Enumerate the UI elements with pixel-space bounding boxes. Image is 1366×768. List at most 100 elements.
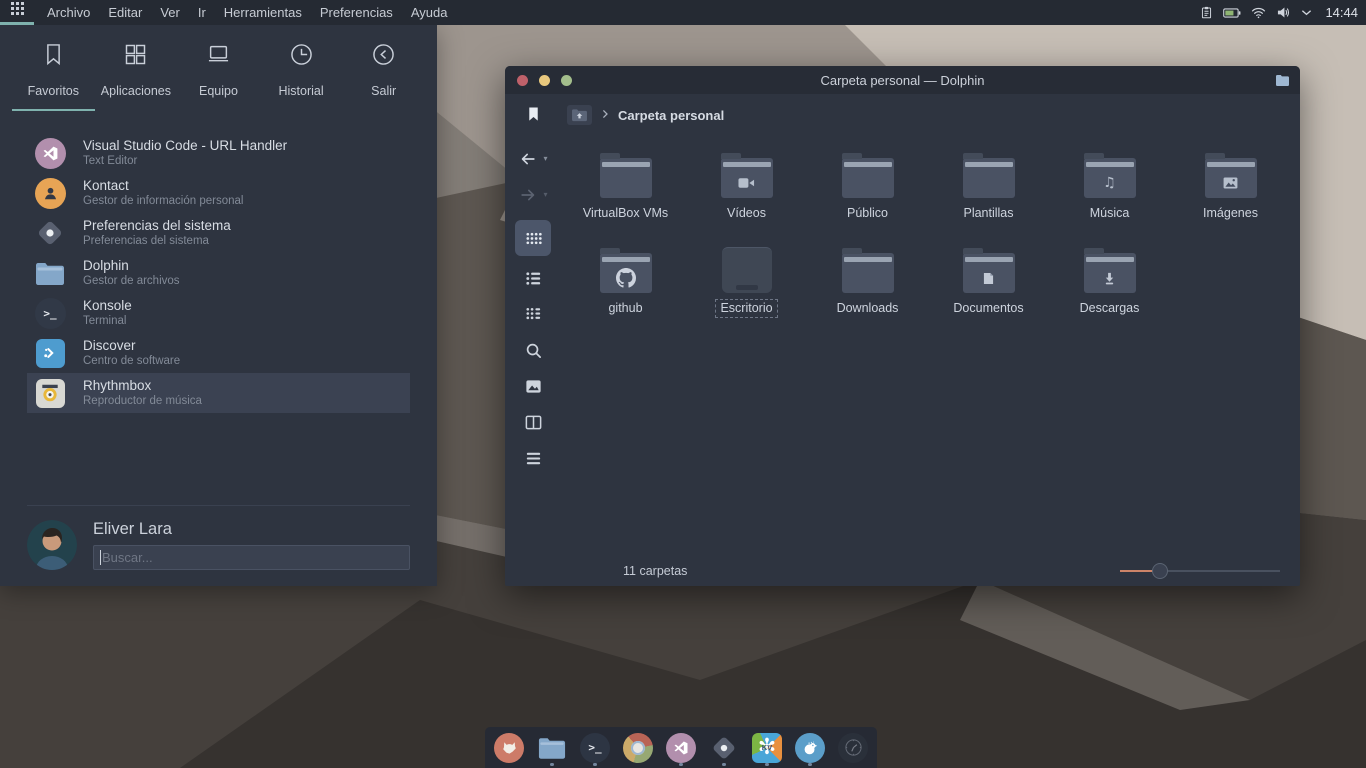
app-description: Text Editor bbox=[83, 154, 287, 168]
app-list-item-konsole[interactable]: >_ Konsole Terminal bbox=[27, 293, 410, 333]
dock-item-clock[interactable] bbox=[834, 727, 872, 768]
app-vscode-icon bbox=[34, 138, 66, 169]
folder-item-publico[interactable]: Público bbox=[807, 146, 928, 231]
app-title: Konsole bbox=[83, 298, 132, 314]
folder-label: Downloads bbox=[832, 299, 904, 318]
toolbar-button-compact-view[interactable] bbox=[513, 298, 553, 331]
folder-item-virtualbox-vms[interactable]: VirtualBox VMs bbox=[565, 146, 686, 231]
dock-kvantum-icon: ✻KV bbox=[752, 733, 782, 763]
folder-item-escritorio[interactable]: Escritorio bbox=[686, 241, 807, 326]
toolbar-button-preview[interactable] bbox=[513, 370, 553, 403]
glyph-plain-icon bbox=[842, 264, 894, 292]
user-name: Eliver Lara bbox=[93, 520, 410, 539]
window-toolbar bbox=[505, 94, 561, 586]
menu-icon bbox=[524, 449, 543, 468]
app-list-item-kontact[interactable]: Kontact Gestor de información personal bbox=[27, 173, 410, 213]
menu-item-herramientas[interactable]: Herramientas bbox=[224, 0, 302, 25]
dock-firefox-icon bbox=[494, 733, 524, 763]
battery-icon[interactable] bbox=[1223, 7, 1241, 19]
toolbar-button-places-bookmark[interactable] bbox=[513, 102, 553, 126]
dock-item-konsole[interactable]: >_ bbox=[576, 727, 614, 768]
app-list-item-rhythmbox[interactable]: Rhythmbox Reproductor de música bbox=[27, 373, 410, 413]
toolbar-button-icons-view[interactable] bbox=[515, 220, 551, 256]
toolbar-button-search[interactable] bbox=[513, 334, 553, 367]
dock-clock-icon bbox=[838, 733, 868, 763]
dock-konsole-icon: >_ bbox=[580, 733, 610, 763]
folder-item-plantillas[interactable]: Plantillas bbox=[928, 146, 1049, 231]
window-title: Carpeta personal — Dolphin bbox=[615, 73, 1190, 88]
dock-item-system-settings[interactable] bbox=[705, 727, 743, 768]
folder-item-downloads[interactable]: Downloads bbox=[807, 241, 928, 326]
folder-item-descargas[interactable]: Descargas bbox=[1049, 241, 1170, 326]
app-launcher-button[interactable] bbox=[0, 0, 34, 25]
dock-item-kvantum[interactable]: ✻KV bbox=[748, 727, 786, 768]
folder-item-videos[interactable]: Vídeos bbox=[686, 146, 807, 231]
clipboard-icon[interactable] bbox=[1200, 5, 1213, 20]
launcher-tab-salir[interactable]: Salir bbox=[342, 41, 425, 111]
search-icon bbox=[524, 341, 543, 360]
folder-label: Público bbox=[842, 204, 893, 223]
breadcrumb-root-button[interactable] bbox=[567, 105, 592, 125]
glyph-none-icon bbox=[722, 259, 772, 292]
menu-item-archivo[interactable]: Archivo bbox=[47, 0, 90, 25]
minimize-button[interactable] bbox=[539, 75, 550, 86]
zoom-slider-handle[interactable] bbox=[1152, 563, 1168, 579]
chevron-down-icon[interactable] bbox=[1301, 9, 1312, 17]
folder-item-imagenes[interactable]: Imágenes bbox=[1170, 146, 1291, 231]
dock-item-corebird[interactable] bbox=[791, 727, 829, 768]
zoom-slider[interactable] bbox=[1120, 563, 1280, 579]
launcher-tab-historial[interactable]: Historial bbox=[260, 41, 343, 111]
glyph-video-icon bbox=[721, 169, 773, 197]
search-input[interactable] bbox=[93, 545, 410, 570]
dock-item-vscode[interactable] bbox=[662, 727, 700, 768]
icons-view-icon bbox=[524, 229, 543, 248]
desktop: Archivo Editar Ver Ir Herramientas Preferenci… bbox=[0, 0, 1366, 768]
breadcrumb-current[interactable]: Carpeta personal bbox=[618, 108, 724, 123]
menu-item-ver[interactable]: Ver bbox=[160, 0, 180, 25]
launcher-tab-aplicaciones[interactable]: Aplicaciones bbox=[95, 41, 178, 111]
dolphin-window: Carpeta personal — Dolphin bbox=[505, 66, 1300, 586]
dock-item-firefox[interactable] bbox=[490, 727, 528, 768]
app-list-item-discover[interactable]: Discover Centro de software bbox=[27, 333, 410, 373]
close-button[interactable] bbox=[517, 75, 528, 86]
tab-label: Favoritos bbox=[28, 84, 79, 98]
folder-item-documentos[interactable]: Documentos bbox=[928, 241, 1049, 326]
toolbar-button-back[interactable] bbox=[513, 142, 553, 175]
app-list-item-preferencias-del-sistema[interactable]: Preferencias del sistema Preferencias de… bbox=[27, 213, 410, 253]
user-avatar[interactable] bbox=[27, 520, 77, 570]
favorites-list: Visual Studio Code - URL Handler Text Ed… bbox=[0, 133, 437, 413]
menu-item-ayuda[interactable]: Ayuda bbox=[411, 0, 448, 25]
menu-item-ir[interactable]: Ir bbox=[198, 0, 206, 25]
toolbar-button-forward[interactable] bbox=[513, 178, 553, 211]
toolbar-button-menu[interactable] bbox=[513, 442, 553, 475]
folder-item-github[interactable]: github bbox=[565, 241, 686, 326]
volume-icon[interactable] bbox=[1276, 6, 1291, 19]
clock[interactable]: 14:44 bbox=[1325, 5, 1358, 20]
wifi-icon[interactable] bbox=[1251, 7, 1266, 19]
window-titlebar[interactable]: Carpeta personal — Dolphin bbox=[505, 66, 1300, 94]
toolbar-button-list-view[interactable] bbox=[513, 262, 553, 295]
maximize-button[interactable] bbox=[561, 75, 572, 86]
tab-exit-icon bbox=[370, 41, 397, 73]
app-list-item-dolphin[interactable]: Dolphin Gestor de archivos bbox=[27, 253, 410, 293]
folder-item-musica[interactable]: ♫ Música bbox=[1049, 146, 1170, 231]
menu-item-preferencias[interactable]: Preferencias bbox=[320, 0, 393, 25]
tab-label: Aplicaciones bbox=[101, 84, 171, 98]
launcher-tab-equipo[interactable]: Equipo bbox=[177, 41, 260, 111]
folder-icon bbox=[842, 253, 894, 293]
menu-item-editar[interactable]: Editar bbox=[108, 0, 142, 25]
toolbar-button-split-view[interactable] bbox=[513, 406, 553, 439]
launcher-tab-favoritos[interactable]: Favoritos bbox=[12, 41, 95, 111]
folder-icon: ♫ bbox=[1084, 158, 1136, 198]
back-arrow-icon bbox=[518, 149, 538, 169]
folder-icon bbox=[722, 247, 772, 293]
dock-corebird-icon bbox=[795, 733, 825, 763]
dock-item-file-manager[interactable] bbox=[533, 727, 571, 768]
folder-label: Plantillas bbox=[958, 204, 1018, 223]
glyph-plain-icon bbox=[963, 169, 1015, 197]
dock-item-chrome[interactable] bbox=[619, 727, 657, 768]
app-rhythmbox-icon bbox=[34, 379, 66, 408]
folder-label: Escritorio bbox=[715, 299, 777, 318]
app-list-item-vscode[interactable]: Visual Studio Code - URL Handler Text Ed… bbox=[27, 133, 410, 173]
preview-icon bbox=[524, 377, 543, 396]
